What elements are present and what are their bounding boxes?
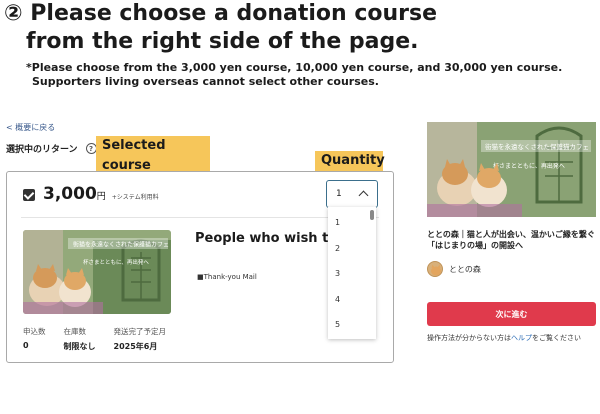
project-title[interactable]: ととの森｜猫と人が出会い、温かいご縁を繋ぐ「はじまりの場」の開設へ [427, 229, 597, 251]
instruction-line-1: ② Please choose a donation course [4, 1, 438, 26]
stat-value: 2025年6月 [113, 342, 158, 351]
help-suffix: をご覧ください [532, 334, 581, 342]
annotation-quantity: Quantity [315, 151, 385, 171]
instruction-heading: ② Please choose a donation course from t… [4, 0, 437, 56]
help-circle-icon[interactable]: ? [85, 143, 97, 154]
annotation-selected-course: Selected course [96, 136, 210, 176]
quantity-option[interactable]: 3 [335, 269, 340, 278]
stat-stock: 在庫数 制限なし [64, 326, 96, 352]
quantity-select-value: 1 [336, 189, 342, 199]
quantity-dropdown[interactable]: 1 2 3 4 5 [328, 207, 376, 339]
stat-value: 制限なし [63, 342, 96, 351]
next-button[interactable]: 次に進む [427, 302, 596, 326]
selected-return-header: 選択中のリターン ? [6, 142, 97, 155]
svg-text:杯さまとともに、再出発へ: 杯さまとともに、再出発へ [83, 258, 149, 266]
reward-image: 街猫を永遠なくされた保護猫カフェ 杯さまとともに、再出発へ [23, 230, 171, 314]
quantity-option[interactable]: 1 [335, 218, 340, 227]
project-thumbnail: 街猫を永遠なくされた保護猫カフェ 杯さまとともに、再出発へ [427, 122, 596, 217]
quantity-option[interactable]: 4 [335, 295, 340, 304]
course-price: 3,000円 +システム利用料 [43, 184, 159, 204]
instruction-line-2: from the right side of the page. [26, 29, 419, 54]
help-prefix: 操作方法が分からない方は [427, 334, 511, 342]
stat-label: 発送完了予定月 [113, 327, 167, 336]
quantity-option[interactable]: 5 [335, 320, 340, 329]
quantity-select[interactable]: 1 [326, 180, 378, 208]
dropdown-scrollbar[interactable] [370, 210, 374, 220]
back-to-overview-link[interactable]: < 概要に戻る [6, 122, 55, 133]
price-yen: 円 [96, 192, 106, 202]
stat-value: 0 [23, 341, 29, 350]
stat-applications: 申込数 0 [23, 326, 46, 352]
instruction-note-1: *Please choose from the 3,000 yen course… [26, 61, 563, 74]
svg-text:杯さまとともに、再出発へ: 杯さまとともに、再出発へ [493, 162, 565, 170]
help-text: 操作方法が分からない方はヘルプをご覧ください [427, 333, 581, 343]
price-amount: 3,000 [43, 184, 97, 204]
instruction-note: *Please choose from the 3,000 yen course… [26, 61, 562, 89]
stat-label: 申込数 [23, 327, 46, 336]
project-owner[interactable]: ととの森 [427, 261, 481, 277]
svg-text:街猫を永遠なくされた保護猫カフェ: 街猫を永遠なくされた保護猫カフェ [73, 241, 169, 249]
avatar[interactable] [427, 261, 443, 277]
reward-item-label: Thank-you Mail [203, 273, 257, 281]
quantity-option[interactable]: 2 [335, 244, 340, 253]
selected-return-label: 選択中のリターン [6, 145, 78, 155]
checkbox-checked-icon[interactable] [23, 189, 35, 201]
owner-name[interactable]: ととの森 [449, 264, 481, 275]
instruction-note-2: Supporters living overseas cannot select… [32, 75, 379, 88]
stat-shipping-month: 発送完了予定月 2025年6月 [114, 326, 167, 352]
divider [21, 217, 379, 218]
reward-title: People who wish to support from abroad. … [195, 231, 333, 246]
svg-text:街猫を永遠なくされた保護猫カフェ: 街猫を永遠なくされた保護猫カフェ [485, 142, 589, 151]
chevron-up-icon [358, 190, 369, 201]
reward-item: ■Thank-you Mail [197, 273, 257, 281]
system-fee-note: +システム利用料 [111, 194, 159, 201]
course-stats: 申込数 0 在庫数 制限なし 発送完了予定月 2025年6月 [23, 326, 166, 352]
help-link[interactable]: ヘルプ [511, 334, 532, 342]
stat-label: 在庫数 [63, 327, 87, 336]
